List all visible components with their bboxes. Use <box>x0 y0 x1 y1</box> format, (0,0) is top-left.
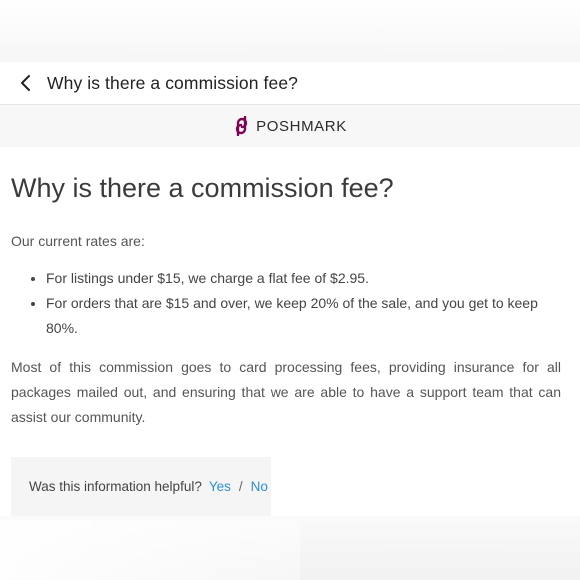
poshmark-logo-icon <box>235 116 248 136</box>
back-button[interactable] <box>8 65 44 101</box>
nav-title: Why is there a commission fee? <box>47 72 299 93</box>
brand-name: POSHMARK <box>256 117 347 135</box>
brand-bar: POSHMARK <box>0 105 580 147</box>
list-item: For listings under $15, we charge a flat… <box>46 266 561 291</box>
list-item: For orders that are $15 and over, we kee… <box>46 291 561 341</box>
poshmark-logo[interactable]: POSHMARK <box>233 116 347 136</box>
feedback-question: Was this information helpful? <box>29 479 202 494</box>
top-faded-area <box>0 0 580 62</box>
feedback-no-link[interactable]: No <box>251 479 268 494</box>
chevron-left-icon <box>21 75 30 91</box>
article: Why is there a commission fee? Our curre… <box>11 147 561 430</box>
rates-intro: Our current rates are: <box>11 233 145 249</box>
feedback-separator: / <box>238 479 243 494</box>
page-title: Why is there a commission fee? <box>11 173 394 203</box>
bottom-faded-card <box>0 520 300 580</box>
commission-explanation: Most of this commission goes to card pro… <box>11 359 561 425</box>
nav-bar: Why is there a commission fee? <box>0 62 580 105</box>
feedback-box: Was this information helpful? Yes / No <box>11 457 271 516</box>
rates-list: For listings under $15, we charge a flat… <box>11 266 561 341</box>
feedback-yes-link[interactable]: Yes <box>209 479 231 494</box>
